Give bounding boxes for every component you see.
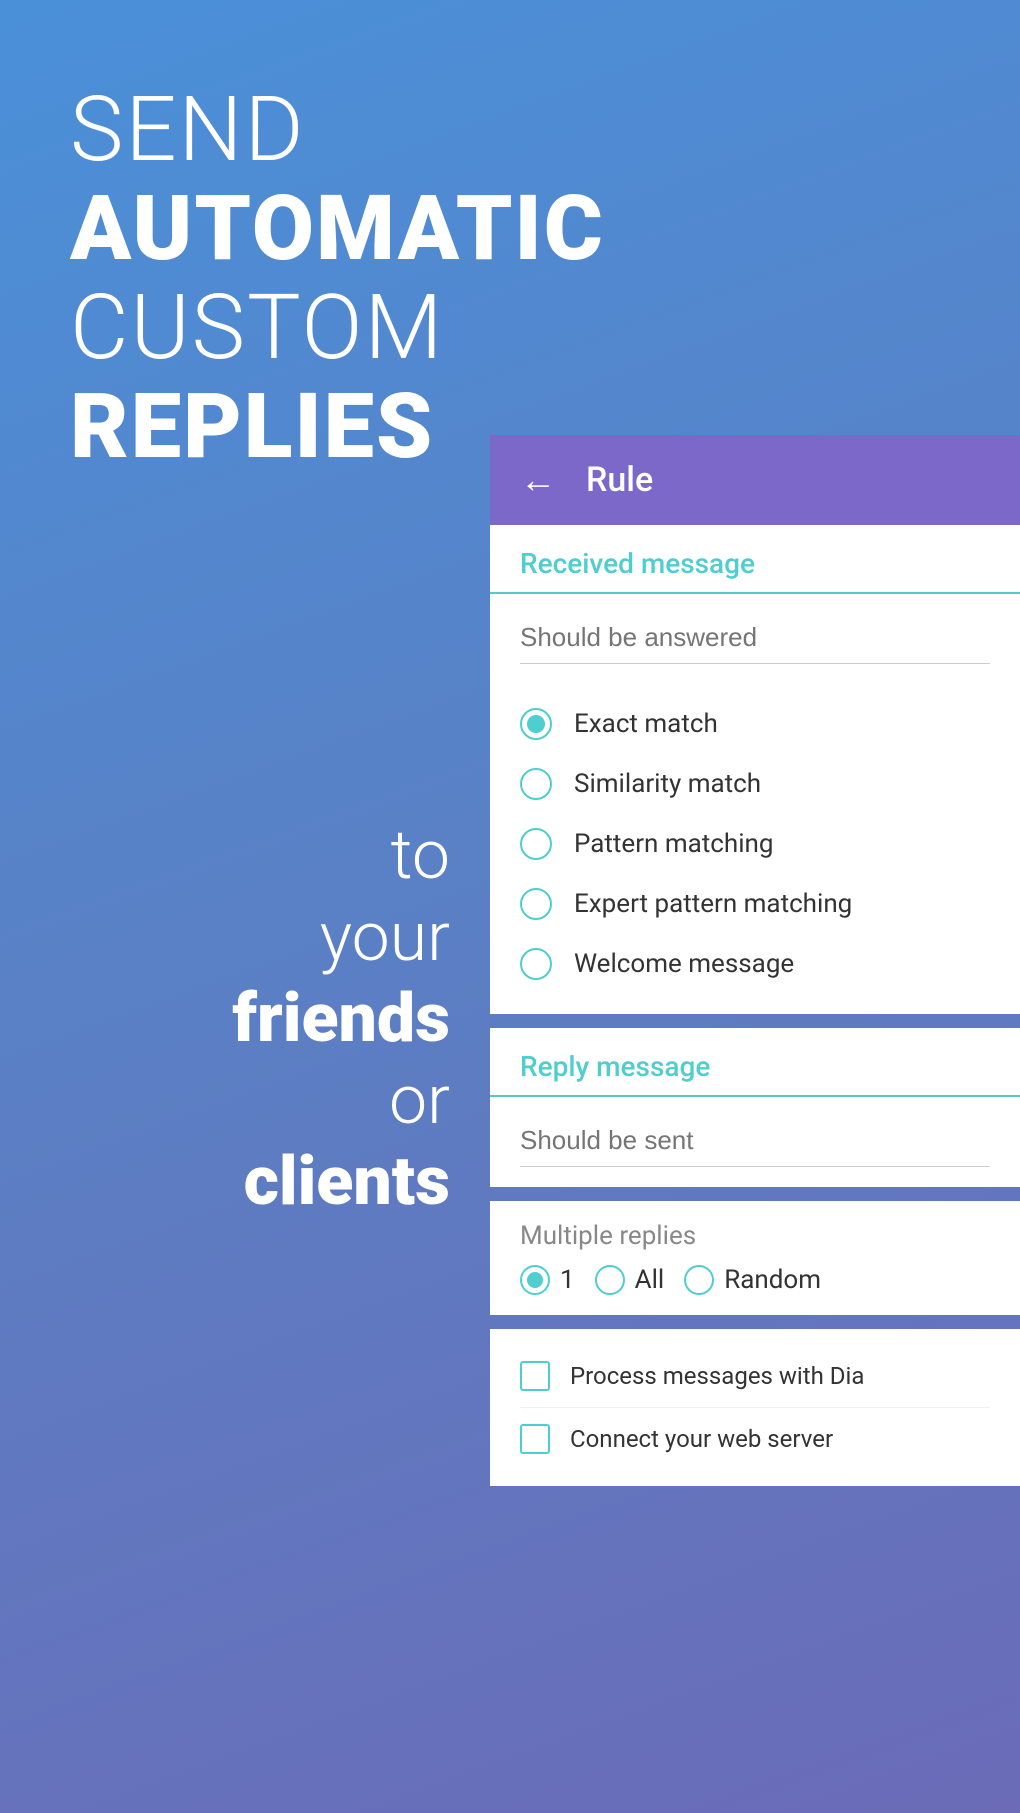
received-message-label: Received message	[520, 547, 755, 580]
radio-pattern-matching-label: Pattern matching	[574, 829, 773, 859]
hero-custom: CUSTOM	[70, 278, 605, 377]
reply-option-1[interactable]: 1	[520, 1265, 575, 1295]
top-bar-title: Rule	[586, 460, 653, 500]
radio-welcome-circle	[520, 948, 552, 980]
received-message-input[interactable]	[520, 604, 990, 664]
radio-exact-match-label: Exact match	[574, 709, 718, 739]
radio-pattern-matching-circle	[520, 828, 552, 860]
radio-similarity-match[interactable]: Similarity match	[520, 754, 990, 814]
radio-expert-pattern-label: Expert pattern matching	[574, 889, 852, 919]
reply-radio-random-label: Random	[724, 1265, 821, 1295]
top-bar: ← Rule	[490, 435, 1020, 525]
match-options-group: Exact match Similarity match Pattern mat…	[490, 684, 1020, 1014]
back-button[interactable]: ←	[520, 459, 556, 501]
hero-send: SEND	[70, 80, 605, 179]
reply-radio-1-label: 1	[560, 1265, 575, 1295]
radio-similarity-match-circle	[520, 768, 552, 800]
your-line: your	[0, 897, 450, 979]
connect-server-label: Connect your web server	[570, 1425, 833, 1453]
reply-radio-all-label: All	[635, 1265, 665, 1295]
radio-welcome-message[interactable]: Welcome message	[520, 934, 990, 994]
phone-panel: ← Rule Received message Exact match Simi…	[490, 435, 1020, 1813]
radio-exact-match[interactable]: Exact match	[520, 694, 990, 754]
clients-line: clients	[0, 1141, 450, 1223]
process-dia-label: Process messages with Dia	[570, 1362, 864, 1390]
radio-expert-pattern-circle	[520, 888, 552, 920]
to-line: to	[0, 815, 450, 897]
multiple-replies-section: Multiple replies 1 All Random	[490, 1201, 1020, 1315]
or-line: or	[0, 1060, 450, 1142]
received-message-card: Received message Exact match Similarity …	[490, 525, 1020, 1014]
reply-message-card: Reply message	[490, 1028, 1020, 1187]
reply-radio-1-circle	[520, 1265, 550, 1295]
reply-message-header: Reply message	[490, 1028, 1020, 1097]
process-dia-checkbox[interactable]	[520, 1361, 550, 1391]
received-message-body	[490, 594, 1020, 684]
process-dia-item[interactable]: Process messages with Dia	[520, 1345, 990, 1407]
multiple-replies-label: Multiple replies	[520, 1221, 990, 1251]
reply-radio-all-circle	[595, 1265, 625, 1295]
radio-similarity-match-label: Similarity match	[574, 769, 761, 799]
received-message-header: Received message	[490, 525, 1020, 594]
radio-exact-match-circle	[520, 708, 552, 740]
radio-expert-pattern-matching[interactable]: Expert pattern matching	[520, 874, 990, 934]
reply-message-label: Reply message	[520, 1050, 710, 1083]
friends-line: friends	[0, 978, 450, 1060]
connect-server-checkbox[interactable]	[520, 1424, 550, 1454]
reply-radio-random-circle	[684, 1265, 714, 1295]
connect-server-item[interactable]: Connect your web server	[520, 1408, 990, 1470]
hero-text-block: SEND AUTOMATIC CUSTOM REPLIES	[70, 80, 605, 476]
process-section: Process messages with Dia Connect your w…	[490, 1329, 1020, 1486]
reply-option-random[interactable]: Random	[684, 1265, 821, 1295]
bottom-text-block: to your friends or clients	[0, 815, 490, 1223]
reply-option-all[interactable]: All	[595, 1265, 665, 1295]
radio-welcome-label: Welcome message	[574, 949, 794, 979]
reply-message-input[interactable]	[520, 1107, 990, 1167]
reply-message-body	[490, 1097, 1020, 1187]
hero-automatic: AUTOMATIC	[70, 179, 605, 278]
radio-pattern-matching[interactable]: Pattern matching	[520, 814, 990, 874]
replies-options: 1 All Random	[520, 1265, 990, 1295]
